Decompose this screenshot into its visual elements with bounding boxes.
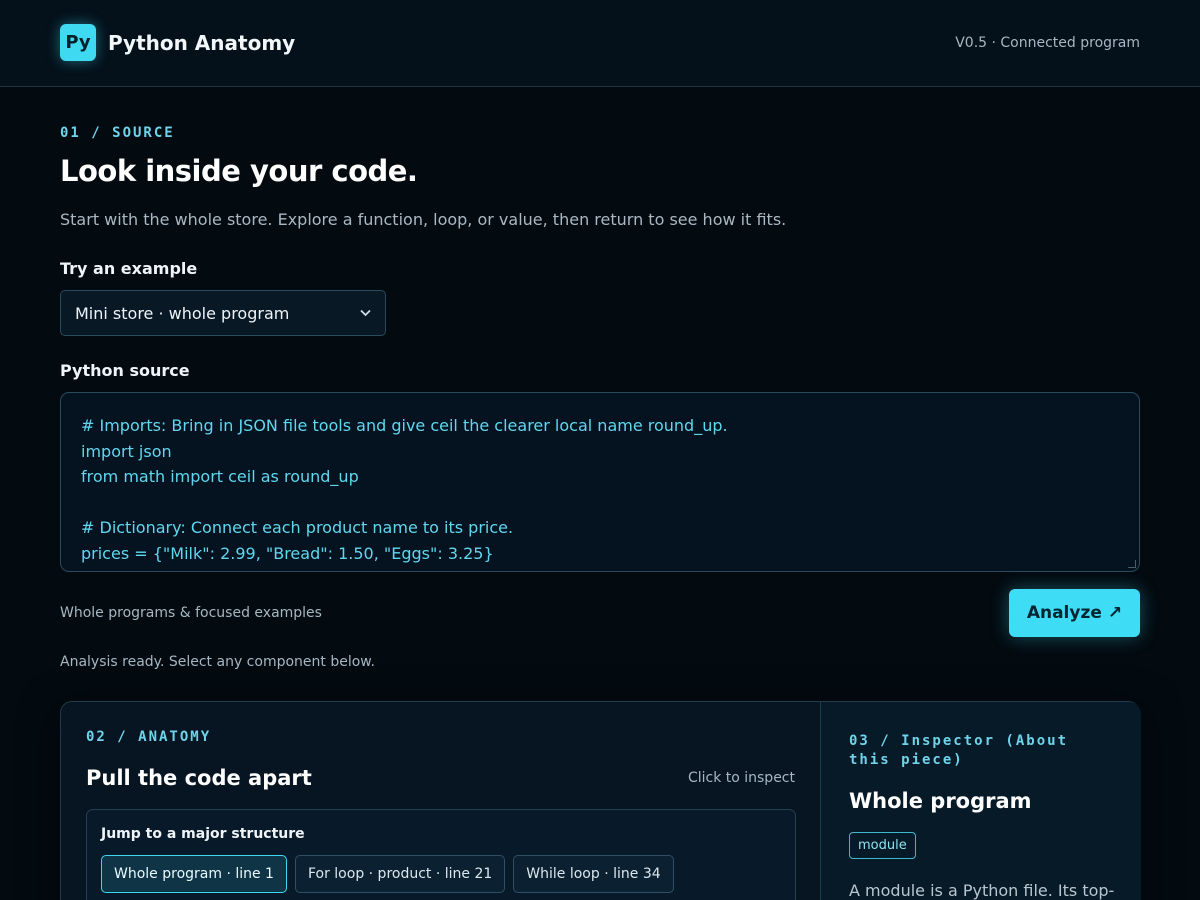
anatomy-title: Pull the code apart	[86, 766, 312, 790]
code-line: prices = {"Milk": 2.99, "Bread": 1.50, "…	[81, 543, 494, 563]
code-line: # Dictionary: Connect each product name …	[81, 518, 514, 538]
analysis-panel: 02 / ANATOMY Pull the code apart Click t…	[60, 701, 1141, 900]
example-select-value: Mini store · whole program	[75, 303, 290, 323]
inspector-eyebrow: 03 / Inspector (About this piece)	[849, 733, 1069, 768]
node-type-badge: module	[849, 832, 916, 859]
inspector-description: A module is a Python file. Its top-	[849, 881, 1115, 900]
code-line: from math import ceil as round_up	[81, 467, 359, 487]
structure-chip[interactable]: Whole program · line 1	[101, 855, 287, 893]
example-select-label: Try an example	[60, 259, 198, 278]
code-line: import json	[81, 441, 172, 461]
code-editor[interactable]: # Imports: Bring in JSON file tools and …	[60, 392, 1140, 572]
version-label: V0.5 · Connected program	[955, 35, 1140, 51]
python-logo-icon: Py	[60, 24, 96, 61]
app-title: Python Anatomy	[108, 31, 296, 55]
jump-title: Jump to a major structure	[101, 826, 305, 842]
resize-handle-icon[interactable]	[1128, 560, 1136, 568]
inspector-section: 03 / Inspector (About this piece) Whole …	[820, 702, 1141, 900]
inspector-title: Whole program	[849, 789, 1032, 813]
structure-chip[interactable]: For loop · product · line 21	[294, 855, 506, 893]
status-message: Analysis ready. Select any component bel…	[60, 654, 375, 670]
analyze-button[interactable]: Analyze ↗	[1009, 589, 1140, 637]
top-bar: Py Python Anatomy V0.5 · Connected progr…	[0, 0, 1200, 87]
page-lead: Start with the whole store. Explore a fu…	[60, 210, 787, 229]
chevron-down-icon	[360, 307, 371, 320]
click-to-inspect-hint: Click to inspect	[687, 770, 795, 786]
page-title: Look inside your code.	[60, 154, 418, 188]
example-select[interactable]: Mini store · whole program	[60, 290, 386, 336]
anatomy-eyebrow: 02 / ANATOMY	[86, 729, 212, 745]
structure-chip[interactable]: While loop · line 34	[513, 855, 674, 893]
source-label: Python source	[60, 361, 190, 380]
examples-hint: Whole programs & focused examples	[60, 605, 322, 621]
code-lines: # Imports: Bring in JSON file tools and …	[81, 413, 1119, 567]
anatomy-section: 02 / ANATOMY Pull the code apart Click t…	[61, 702, 820, 900]
arrow-up-right-icon: ↗	[1107, 603, 1123, 623]
structure-chips: Whole program · line 1 For loop · product…	[101, 855, 674, 893]
source-section-eyebrow: 01 / SOURCE	[60, 125, 175, 141]
analyze-button-label: Analyze	[1026, 603, 1102, 623]
jump-to-structure-box: Jump to a major structure Whole program …	[86, 809, 796, 900]
code-line: # Imports: Bring in JSON file tools and …	[81, 416, 728, 435]
